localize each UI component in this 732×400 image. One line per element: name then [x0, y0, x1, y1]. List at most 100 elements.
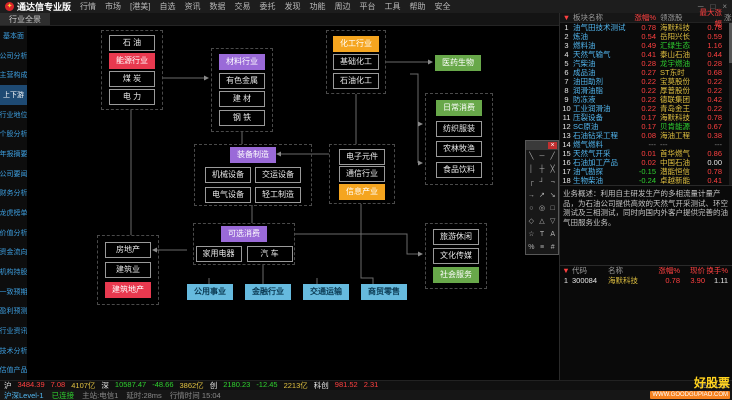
node-building-materials[interactable]: 建 材 — [219, 91, 265, 107]
node-energy-industry[interactable]: 能源行业 — [109, 53, 155, 69]
menu-item[interactable]: 数据 — [209, 1, 225, 12]
node-building[interactable]: 建筑业 — [105, 262, 151, 278]
sidebar-item[interactable]: 行业地位 — [0, 105, 27, 125]
col-change[interactable]: 涨幅% — [630, 12, 656, 23]
node-social-service[interactable]: 社会服务 — [433, 267, 479, 283]
sidebar-item[interactable]: 估值产品 — [0, 360, 27, 380]
sidebar-item[interactable]: 资金流向 — [0, 242, 27, 262]
node-machinery[interactable]: 机械设备 — [205, 167, 251, 183]
close-icon[interactable]: × — [548, 142, 557, 149]
node-telecom[interactable]: 通信行业 — [339, 166, 385, 182]
status-segment[interactable]: 主站:电信1 — [82, 390, 118, 400]
draw-tool-icon[interactable]: T — [537, 228, 548, 241]
node-electronics[interactable]: 电子元件 — [339, 149, 385, 165]
node-culture-media[interactable]: 文化传媒 — [433, 248, 479, 264]
node-basic-chemical[interactable]: 基础化工 — [333, 54, 379, 70]
node-bottom-sector[interactable]: 金融行业 — [245, 284, 291, 300]
node-textile[interactable]: 纺织服装 — [436, 121, 482, 137]
draw-tool-icon[interactable]: ┌ — [526, 176, 537, 189]
node-agriculture[interactable]: 农林牧渔 — [436, 141, 482, 157]
status-segment[interactable]: 已连接 — [52, 390, 75, 400]
node-optional-consumption[interactable]: 可选消费 — [221, 226, 267, 242]
draw-tool-icon[interactable]: % — [526, 241, 537, 254]
node-materials-industry[interactable]: 材料行业 — [219, 54, 265, 70]
sidebar-item[interactable]: 基本面 — [0, 26, 27, 46]
draw-tool-icon[interactable]: □ — [547, 202, 558, 215]
sidebar-item[interactable]: 一致预期 — [0, 282, 27, 302]
draw-tool-icon[interactable]: │ — [526, 163, 537, 176]
node-power[interactable]: 电 力 — [109, 89, 155, 105]
draw-tool-icon[interactable]: ╲ — [526, 150, 537, 163]
node-auto[interactable]: 汽 车 — [247, 246, 293, 262]
menu-item[interactable]: 发现 — [284, 1, 300, 12]
draw-tool-icon[interactable]: ╳ — [547, 163, 558, 176]
sidebar-item[interactable]: 盈利预测 — [0, 301, 27, 321]
status-segment[interactable]: 延时:28ms — [126, 390, 161, 400]
menu-item[interactable]: 市场 — [105, 1, 121, 12]
sidebar-item[interactable]: 价值分析 — [0, 223, 27, 243]
node-info-industry[interactable]: 信息产业 — [339, 184, 385, 200]
node-bottom-sector[interactable]: 交通运输 — [303, 284, 349, 300]
draw-tool-icon[interactable]: ╱ — [547, 150, 558, 163]
draw-tool-icon[interactable]: ○ — [526, 202, 537, 215]
menu-item[interactable]: 安全 — [434, 1, 450, 12]
menu-item[interactable]: 行情 — [80, 1, 96, 12]
status-segment[interactable]: 行情时间 15:04 — [170, 390, 221, 400]
menu-item[interactable]: 周边 — [334, 1, 350, 12]
sidebar-item[interactable]: 技术分析 — [0, 341, 27, 361]
draw-tool-icon[interactable]: ≡ — [537, 241, 548, 254]
node-real-estate[interactable]: 房地产 — [105, 242, 151, 258]
node-electrical-equip[interactable]: 电气设备 — [205, 187, 251, 203]
node-coal[interactable]: 煤 炭 — [109, 71, 155, 87]
node-bottom-sector[interactable]: 公用事业 — [187, 284, 233, 300]
sidebar-item[interactable]: 个股分析 — [0, 124, 27, 144]
stock-sort-icon[interactable]: ▼ — [560, 266, 572, 275]
menu-item[interactable]: 资讯 — [184, 1, 200, 12]
sidebar-item[interactable]: 年报摘要 — [0, 144, 27, 164]
node-tourism[interactable]: 旅游休闲 — [433, 229, 479, 245]
draw-tool-icon[interactable]: ◇ — [526, 215, 537, 228]
draw-tool-icon[interactable]: A — [547, 228, 558, 241]
col-speed[interactable]: 涨速 — [722, 12, 732, 23]
sector-row[interactable]: 18 生物柴油 -0.24 卓越新能 0.41 — [560, 176, 732, 185]
node-oil[interactable]: 石 油 — [109, 35, 155, 51]
node-petrochemical[interactable]: 石油化工 — [333, 73, 379, 89]
node-home-appliance[interactable]: 家用电器 — [196, 246, 242, 262]
sidebar-item[interactable]: 公司分析 — [0, 46, 27, 66]
sidebar-item[interactable]: 上下游 — [0, 85, 27, 105]
draw-tool-icon[interactable]: △ — [537, 215, 548, 228]
menu-item[interactable]: 工具 — [384, 1, 400, 12]
sidebar-item[interactable]: 龙虎榜单 — [0, 203, 27, 223]
draw-tool-icon[interactable]: ─ — [537, 150, 548, 163]
menu-item[interactable]: 功能 — [309, 1, 325, 12]
node-light-industry[interactable]: 轻工制造 — [255, 187, 301, 203]
node-chemical-industry[interactable]: 化工行业 — [333, 36, 379, 52]
draw-tool-icon[interactable]: ↗ — [537, 189, 548, 202]
stock-row[interactable]: 1 300084 海默科技 0.78 3.90 1.11 — [560, 275, 732, 285]
sidebar-item[interactable]: 主营构成 — [0, 65, 27, 85]
draw-tool-icon[interactable]: ▽ — [547, 215, 558, 228]
node-daily-consumption[interactable]: 日常消费 — [436, 100, 482, 116]
sidebar-item[interactable]: 财务分析 — [0, 183, 27, 203]
draw-tool-icon[interactable]: ☆ — [526, 228, 537, 241]
node-transport-equip[interactable]: 交运设备 — [255, 167, 301, 183]
menu-item[interactable]: 帮助 — [409, 1, 425, 12]
window-control-button[interactable]: × — [722, 2, 727, 11]
menu-item[interactable]: 委托 — [259, 1, 275, 12]
draw-tool-icon[interactable]: ↘ — [547, 189, 558, 202]
draw-tool-icon[interactable]: → — [526, 189, 537, 202]
menu-item[interactable]: 交易 — [234, 1, 250, 12]
draw-tool-icon[interactable]: # — [547, 241, 558, 254]
sidebar-item[interactable]: 行业资讯 — [0, 321, 27, 341]
node-steel[interactable]: 钢 铁 — [219, 110, 265, 126]
menu-item[interactable]: 平台 — [359, 1, 375, 12]
draw-tool-icon[interactable]: ┘ — [537, 176, 548, 189]
tab-industry-panorama[interactable]: 行业全景 — [0, 13, 50, 25]
node-pharma-bio[interactable]: 医药生物 — [435, 55, 481, 71]
status-segment[interactable]: 沪深Level-1 — [4, 390, 44, 400]
draw-tool-icon[interactable]: ┼ — [537, 163, 548, 176]
node-construction-realestate[interactable]: 建筑地产 — [105, 282, 151, 298]
menu-item[interactable]: 自选 — [159, 1, 175, 12]
sidebar-item[interactable]: 机构持股 — [0, 262, 27, 282]
sort-icon[interactable]: ▼ — [560, 13, 573, 22]
